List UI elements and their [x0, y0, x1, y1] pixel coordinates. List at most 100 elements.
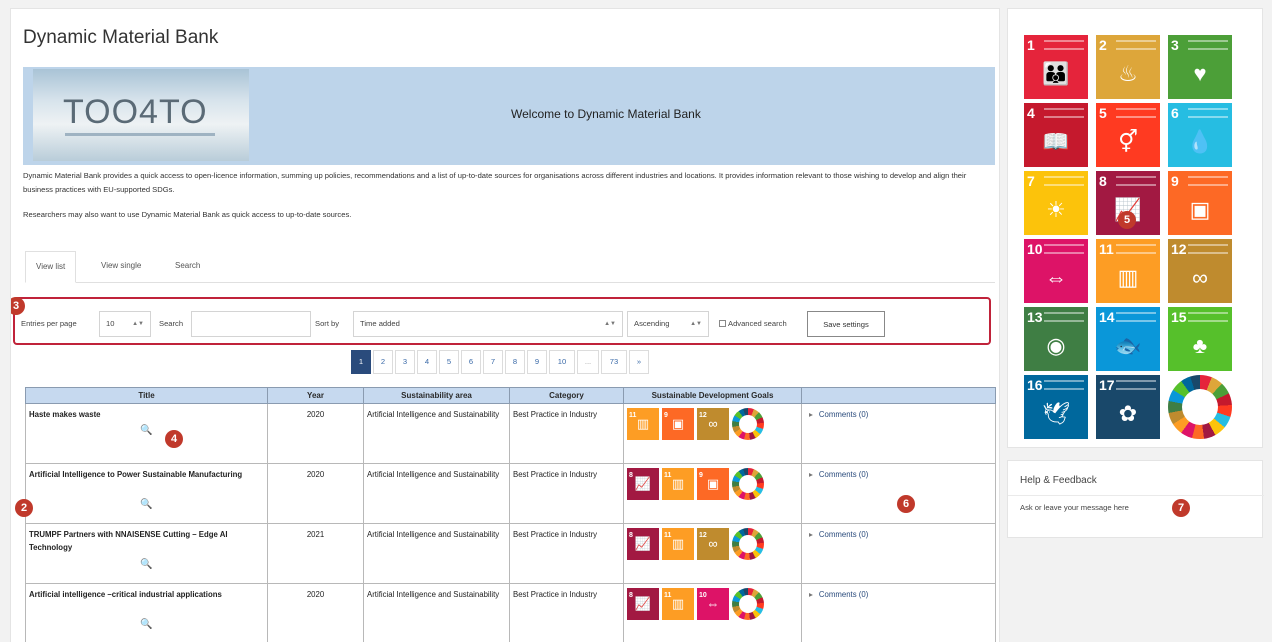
sdg-wheel-icon[interactable]	[1168, 375, 1232, 439]
sdg-number: 2	[1099, 37, 1107, 53]
header-title[interactable]: Title	[25, 387, 268, 404]
sdg-tile-17[interactable]: 17 ✿	[1096, 375, 1160, 439]
sdg-tile-1[interactable]: 1 👪	[1024, 35, 1088, 99]
sdg-mini-11[interactable]: 11 ▥	[662, 528, 694, 560]
magnifier-icon[interactable]: 🔍	[140, 618, 152, 631]
comments-link[interactable]: ▸ Comments (0)	[805, 470, 868, 479]
sdg-tile-14[interactable]: 14 🐟	[1096, 307, 1160, 371]
cell-title[interactable]: TRUMPF Partners with NNAISENSE Cutting –…	[25, 523, 268, 584]
sdg-label-lines	[1116, 40, 1156, 50]
sdg-number: 6	[1171, 105, 1179, 121]
cell-area: Artificial Intelligence and Sustainabili…	[363, 523, 510, 584]
sdg-icons: 8 📈 11 ▥ 12 ∞	[627, 528, 798, 560]
page-title: Dynamic Material Bank	[23, 27, 219, 48]
page-link-9[interactable]: 9	[527, 350, 547, 374]
sdg-tile-16[interactable]: 16 🕊	[1024, 375, 1088, 439]
help-message-link[interactable]: Ask or leave your message here	[1020, 503, 1129, 512]
infinity-icon: ∞	[708, 536, 718, 551]
page-link-5[interactable]: 5	[439, 350, 459, 374]
sdg-tile-12[interactable]: 12 ∞	[1168, 239, 1232, 303]
page-link-6[interactable]: 6	[461, 350, 481, 374]
growth-chart-icon: 📈	[634, 476, 652, 491]
tab-view-single[interactable]: View single	[91, 251, 151, 283]
sdg-mini-11[interactable]: 11 ▥	[662, 468, 694, 500]
bowl-icon: ♨	[1118, 61, 1138, 86]
page-link-4[interactable]: 4	[417, 350, 437, 374]
checkbox-box[interactable]	[719, 320, 726, 327]
page-link-8[interactable]: 8	[505, 350, 525, 374]
tree-icon: ♣	[1192, 333, 1208, 358]
cell-title[interactable]: Haste makes waste 🔍	[25, 403, 268, 464]
page-next-button[interactable]: »	[629, 350, 649, 374]
sdg-mini-8[interactable]: 8 📈	[627, 528, 659, 560]
advanced-search-checkbox[interactable]: Advanced search	[719, 319, 787, 328]
comments-link[interactable]: ▸ Comments (0)	[805, 590, 868, 599]
magnifier-icon[interactable]: 🔍	[140, 424, 152, 437]
header-sustainability-area[interactable]: Sustainability area	[363, 387, 510, 404]
page-link-7[interactable]: 7	[483, 350, 503, 374]
dove-icon: 🕊	[1042, 401, 1070, 426]
header-sdgs[interactable]: Sustainable Development Goals	[623, 387, 802, 404]
page-link-2[interactable]: 2	[373, 350, 393, 374]
cell-title[interactable]: Artificial Intelligence to Power Sustain…	[25, 463, 268, 524]
page-link-last[interactable]: 73	[601, 350, 627, 374]
cell-title[interactable]: Artificial intelligence –critical indust…	[25, 583, 268, 642]
row-title[interactable]: TRUMPF Partners with NNAISENSE Cutting –…	[29, 530, 228, 552]
row-title[interactable]: Artificial Intelligence to Power Sustain…	[29, 470, 242, 479]
comments-link[interactable]: ▸ Comments (0)	[805, 410, 868, 419]
cubes-icon: ▣	[671, 416, 685, 431]
sdg-wheel-icon[interactable]	[732, 408, 764, 440]
sdg-wheel-icon[interactable]	[732, 528, 764, 560]
sdg-wheel-icon[interactable]	[732, 468, 764, 500]
sdg-tile-4[interactable]: 4 📖	[1024, 103, 1088, 167]
sdg-tile-15[interactable]: 15 ♣	[1168, 307, 1232, 371]
table-row: Artificial Intelligence to Power Sustain…	[25, 463, 996, 524]
sdg-mini-8[interactable]: 8 📈	[627, 588, 659, 620]
sdg-mini-11[interactable]: 11 ▥	[662, 588, 694, 620]
table-row: TRUMPF Partners with NNAISENSE Cutting –…	[25, 523, 996, 584]
header-category[interactable]: Category	[509, 387, 624, 404]
magnifier-icon[interactable]: 🔍	[140, 498, 152, 511]
callout-marker-6: 6	[897, 495, 915, 513]
tab-search[interactable]: Search	[165, 251, 210, 283]
comments-link[interactable]: ▸ Comments (0)	[805, 530, 868, 539]
page-link-10[interactable]: 10	[549, 350, 575, 374]
sdg-mini-9[interactable]: 9 ▣	[662, 408, 694, 440]
callout-marker-5: 5	[1118, 211, 1136, 229]
cell-comments: ▸ Comments (0)	[801, 523, 996, 584]
header-year[interactable]: Year	[267, 387, 364, 404]
sdg-tile-10[interactable]: 10 ⇔	[1024, 239, 1088, 303]
search-input[interactable]	[191, 311, 311, 337]
growth-chart-icon: 📈	[634, 596, 652, 611]
sort-order-select[interactable]: Ascending ▲▼	[627, 311, 709, 337]
sdg-mini-9[interactable]: 9 ▣	[697, 468, 729, 500]
sdg-tile-3[interactable]: 3 ♥	[1168, 35, 1232, 99]
sdg-mini-10[interactable]: 10 ⇔	[697, 588, 729, 620]
save-settings-button[interactable]: Save settings	[807, 311, 885, 337]
sdg-tile-11[interactable]: 11 ▥	[1096, 239, 1160, 303]
row-title[interactable]: Haste makes waste	[29, 410, 101, 419]
sdg-tile-7[interactable]: 7 ☀	[1024, 171, 1088, 235]
sdg-number: 12	[1171, 241, 1187, 257]
sdg-mini-12[interactable]: 12 ∞	[697, 528, 729, 560]
magnifier-icon[interactable]: 🔍	[140, 558, 152, 571]
heartbeat-icon: ♥	[1193, 61, 1207, 86]
sdg-tile-2[interactable]: 2 ♨	[1096, 35, 1160, 99]
tab-view-list[interactable]: View list	[25, 251, 77, 283]
sdg-tile-13[interactable]: 13 ◉	[1024, 307, 1088, 371]
intro-paragraph-2: Researchers may also want to use Dynamic…	[23, 210, 352, 219]
page-link-3[interactable]: 3	[395, 350, 415, 374]
sdg-wheel-icon[interactable]	[732, 588, 764, 620]
row-title[interactable]: Artificial intelligence –critical indust…	[29, 590, 222, 599]
sdg-mini-12[interactable]: 12 ∞	[697, 408, 729, 440]
sdg-mini-8[interactable]: 8 📈	[627, 468, 659, 500]
sdg-icons: 11 ▥ 9 ▣ 12 ∞	[627, 408, 798, 440]
sort-by-select[interactable]: Time added ▲▼	[353, 311, 623, 337]
sdg-mini-11[interactable]: 11 ▥	[627, 408, 659, 440]
sdg-tile-6[interactable]: 6 💧	[1168, 103, 1232, 167]
sdg-label-lines	[1188, 176, 1228, 186]
sdg-tile-5[interactable]: 5 ⚥	[1096, 103, 1160, 167]
entries-per-page-select[interactable]: 10 ▲▼	[99, 311, 151, 337]
page-link-1[interactable]: 1	[351, 350, 371, 374]
sdg-tile-9[interactable]: 9 ▣	[1168, 171, 1232, 235]
